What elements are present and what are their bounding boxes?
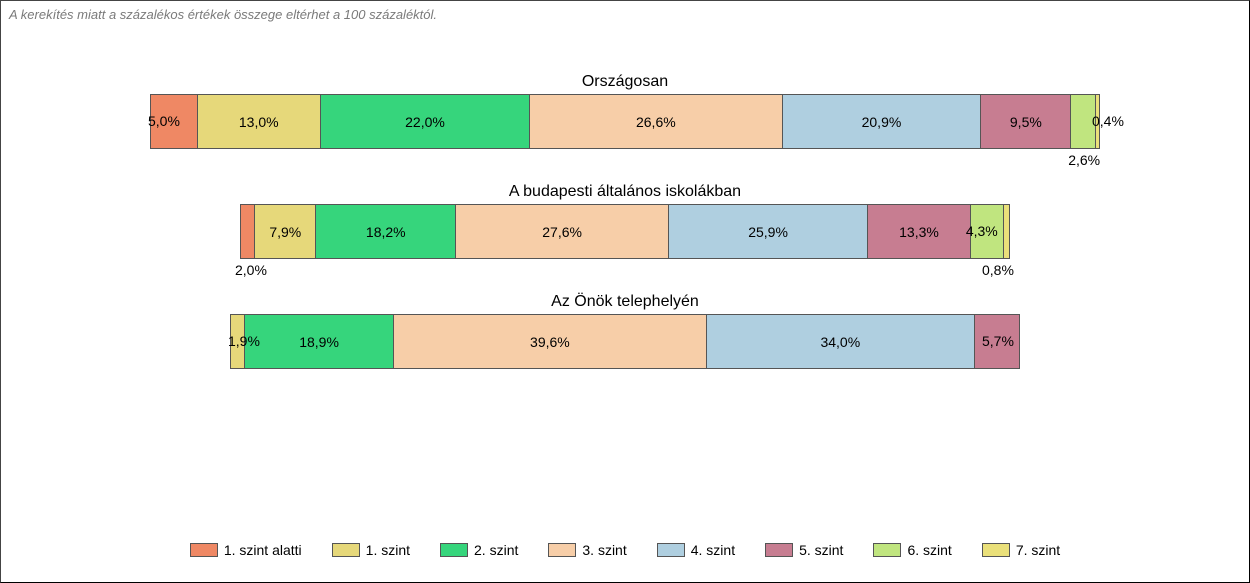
bar-group: Az Önök telephelyén 18,9% 39,6% 34,0% 1,9% 5,…: [1, 293, 1249, 369]
segment-value: 34,0%: [820, 334, 860, 350]
bar-title: Országosan: [582, 73, 668, 91]
legend-item: 5. szint: [765, 542, 843, 558]
segment-value: 13,3%: [899, 224, 939, 240]
segment-value: 5,0%: [148, 113, 180, 129]
legend: 1. szint alatti 1. szint 2. szint 3. szint 4…: [1, 542, 1249, 558]
legend-item: 1. szint alatti: [190, 542, 302, 558]
bar-wrap: 18,9% 39,6% 34,0% 1,9% 5,7%: [150, 314, 1100, 369]
segment-value: 18,2%: [366, 224, 406, 240]
segment-value: 27,6%: [542, 224, 582, 240]
bar-segment: 27,6%: [456, 204, 669, 259]
stacked-bar: 7,9% 18,2% 27,6% 25,9% 13,3%: [240, 204, 1010, 259]
legend-item: 2. szint: [440, 542, 518, 558]
legend-swatch: [332, 543, 360, 557]
segment-value: 4,3%: [966, 223, 998, 239]
segment-value: 18,9%: [299, 334, 339, 350]
segment-value: 2,6%: [1068, 152, 1100, 168]
bar-segment: 18,9%: [245, 314, 394, 369]
bar-segment: [1004, 204, 1010, 259]
bar-segment: 25,9%: [669, 204, 868, 259]
chart-frame: A kerekítés miatt a százalékos értékek ö…: [0, 0, 1250, 583]
bar-title: Az Önök telephelyén: [551, 293, 699, 311]
legend-item: 3. szint: [548, 542, 626, 558]
segment-value: 26,6%: [636, 114, 676, 130]
segment-value: 39,6%: [530, 334, 570, 350]
segment-value: 20,9%: [862, 114, 902, 130]
bar-segment: 20,9%: [783, 94, 982, 149]
segment-value: 0,8%: [982, 262, 1014, 278]
legend-swatch: [765, 543, 793, 557]
bar-segment: 7,9%: [255, 204, 316, 259]
legend-swatch: [440, 543, 468, 557]
legend-label: 1. szint alatti: [224, 542, 302, 558]
segment-value: 13,0%: [239, 114, 279, 130]
legend-swatch: [657, 543, 685, 557]
bar-segment: 13,3%: [868, 204, 970, 259]
bar-segment: 22,0%: [321, 94, 530, 149]
segment-value: 9,5%: [1010, 114, 1042, 130]
bars-area: Országosan 13,0% 22,0% 26,6% 20,9% 9,5% 5,0% 2,…: [1, 73, 1249, 403]
legend-item: 7. szint: [982, 542, 1060, 558]
bar-segment: 18,2%: [316, 204, 456, 259]
footnote: A kerekítés miatt a százalékos értékek ö…: [9, 7, 437, 22]
legend-item: 4. szint: [657, 542, 735, 558]
bar-segment: 34,0%: [707, 314, 975, 369]
legend-swatch: [548, 543, 576, 557]
segment-value: 1,9%: [228, 333, 260, 349]
bar-segment: 39,6%: [394, 314, 707, 369]
legend-label: 1. szint: [366, 542, 410, 558]
segment-value: 22,0%: [405, 114, 445, 130]
legend-label: 5. szint: [799, 542, 843, 558]
bar-wrap: 7,9%18,2%27,6%25,9%13,3%2,0%4,3%0,8%: [150, 204, 1100, 259]
bar-segment: 13,0%: [198, 94, 322, 149]
bar-group: Országosan13,0%22,0%26,6%20,9%9,5%5,0%2,…: [1, 73, 1249, 149]
stacked-bar: 13,0% 22,0% 26,6% 20,9% 9,5%: [150, 94, 1100, 149]
bar-segment: 26,6%: [530, 94, 783, 149]
legend-label: 7. szint: [1016, 542, 1060, 558]
stacked-bar: 18,9% 39,6% 34,0%: [230, 314, 1020, 369]
segment-value: 25,9%: [748, 224, 788, 240]
bar-wrap: 13,0%22,0%26,6%20,9%9,5%5,0%2,6%0,4%: [150, 94, 1100, 149]
legend-label: 6. szint: [907, 542, 951, 558]
bar-segment: 9,5%: [981, 94, 1071, 149]
segment-value: 0,4%: [1092, 113, 1124, 129]
legend-label: 3. szint: [582, 542, 626, 558]
legend-label: 4. szint: [691, 542, 735, 558]
legend-swatch: [190, 543, 218, 557]
legend-swatch: [873, 543, 901, 557]
legend-label: 2. szint: [474, 542, 518, 558]
bar-segment: [240, 204, 255, 259]
legend-swatch: [982, 543, 1010, 557]
legend-item: 1. szint: [332, 542, 410, 558]
legend-item: 6. szint: [873, 542, 951, 558]
segment-value: 5,7%: [982, 333, 1014, 349]
segment-value: 7,9%: [269, 224, 301, 240]
bar-group: A budapesti általános iskolákban 7,9% 18,2…: [1, 183, 1249, 259]
segment-value: 2,0%: [235, 262, 267, 278]
bar-title: A budapesti általános iskolákban: [509, 183, 741, 201]
